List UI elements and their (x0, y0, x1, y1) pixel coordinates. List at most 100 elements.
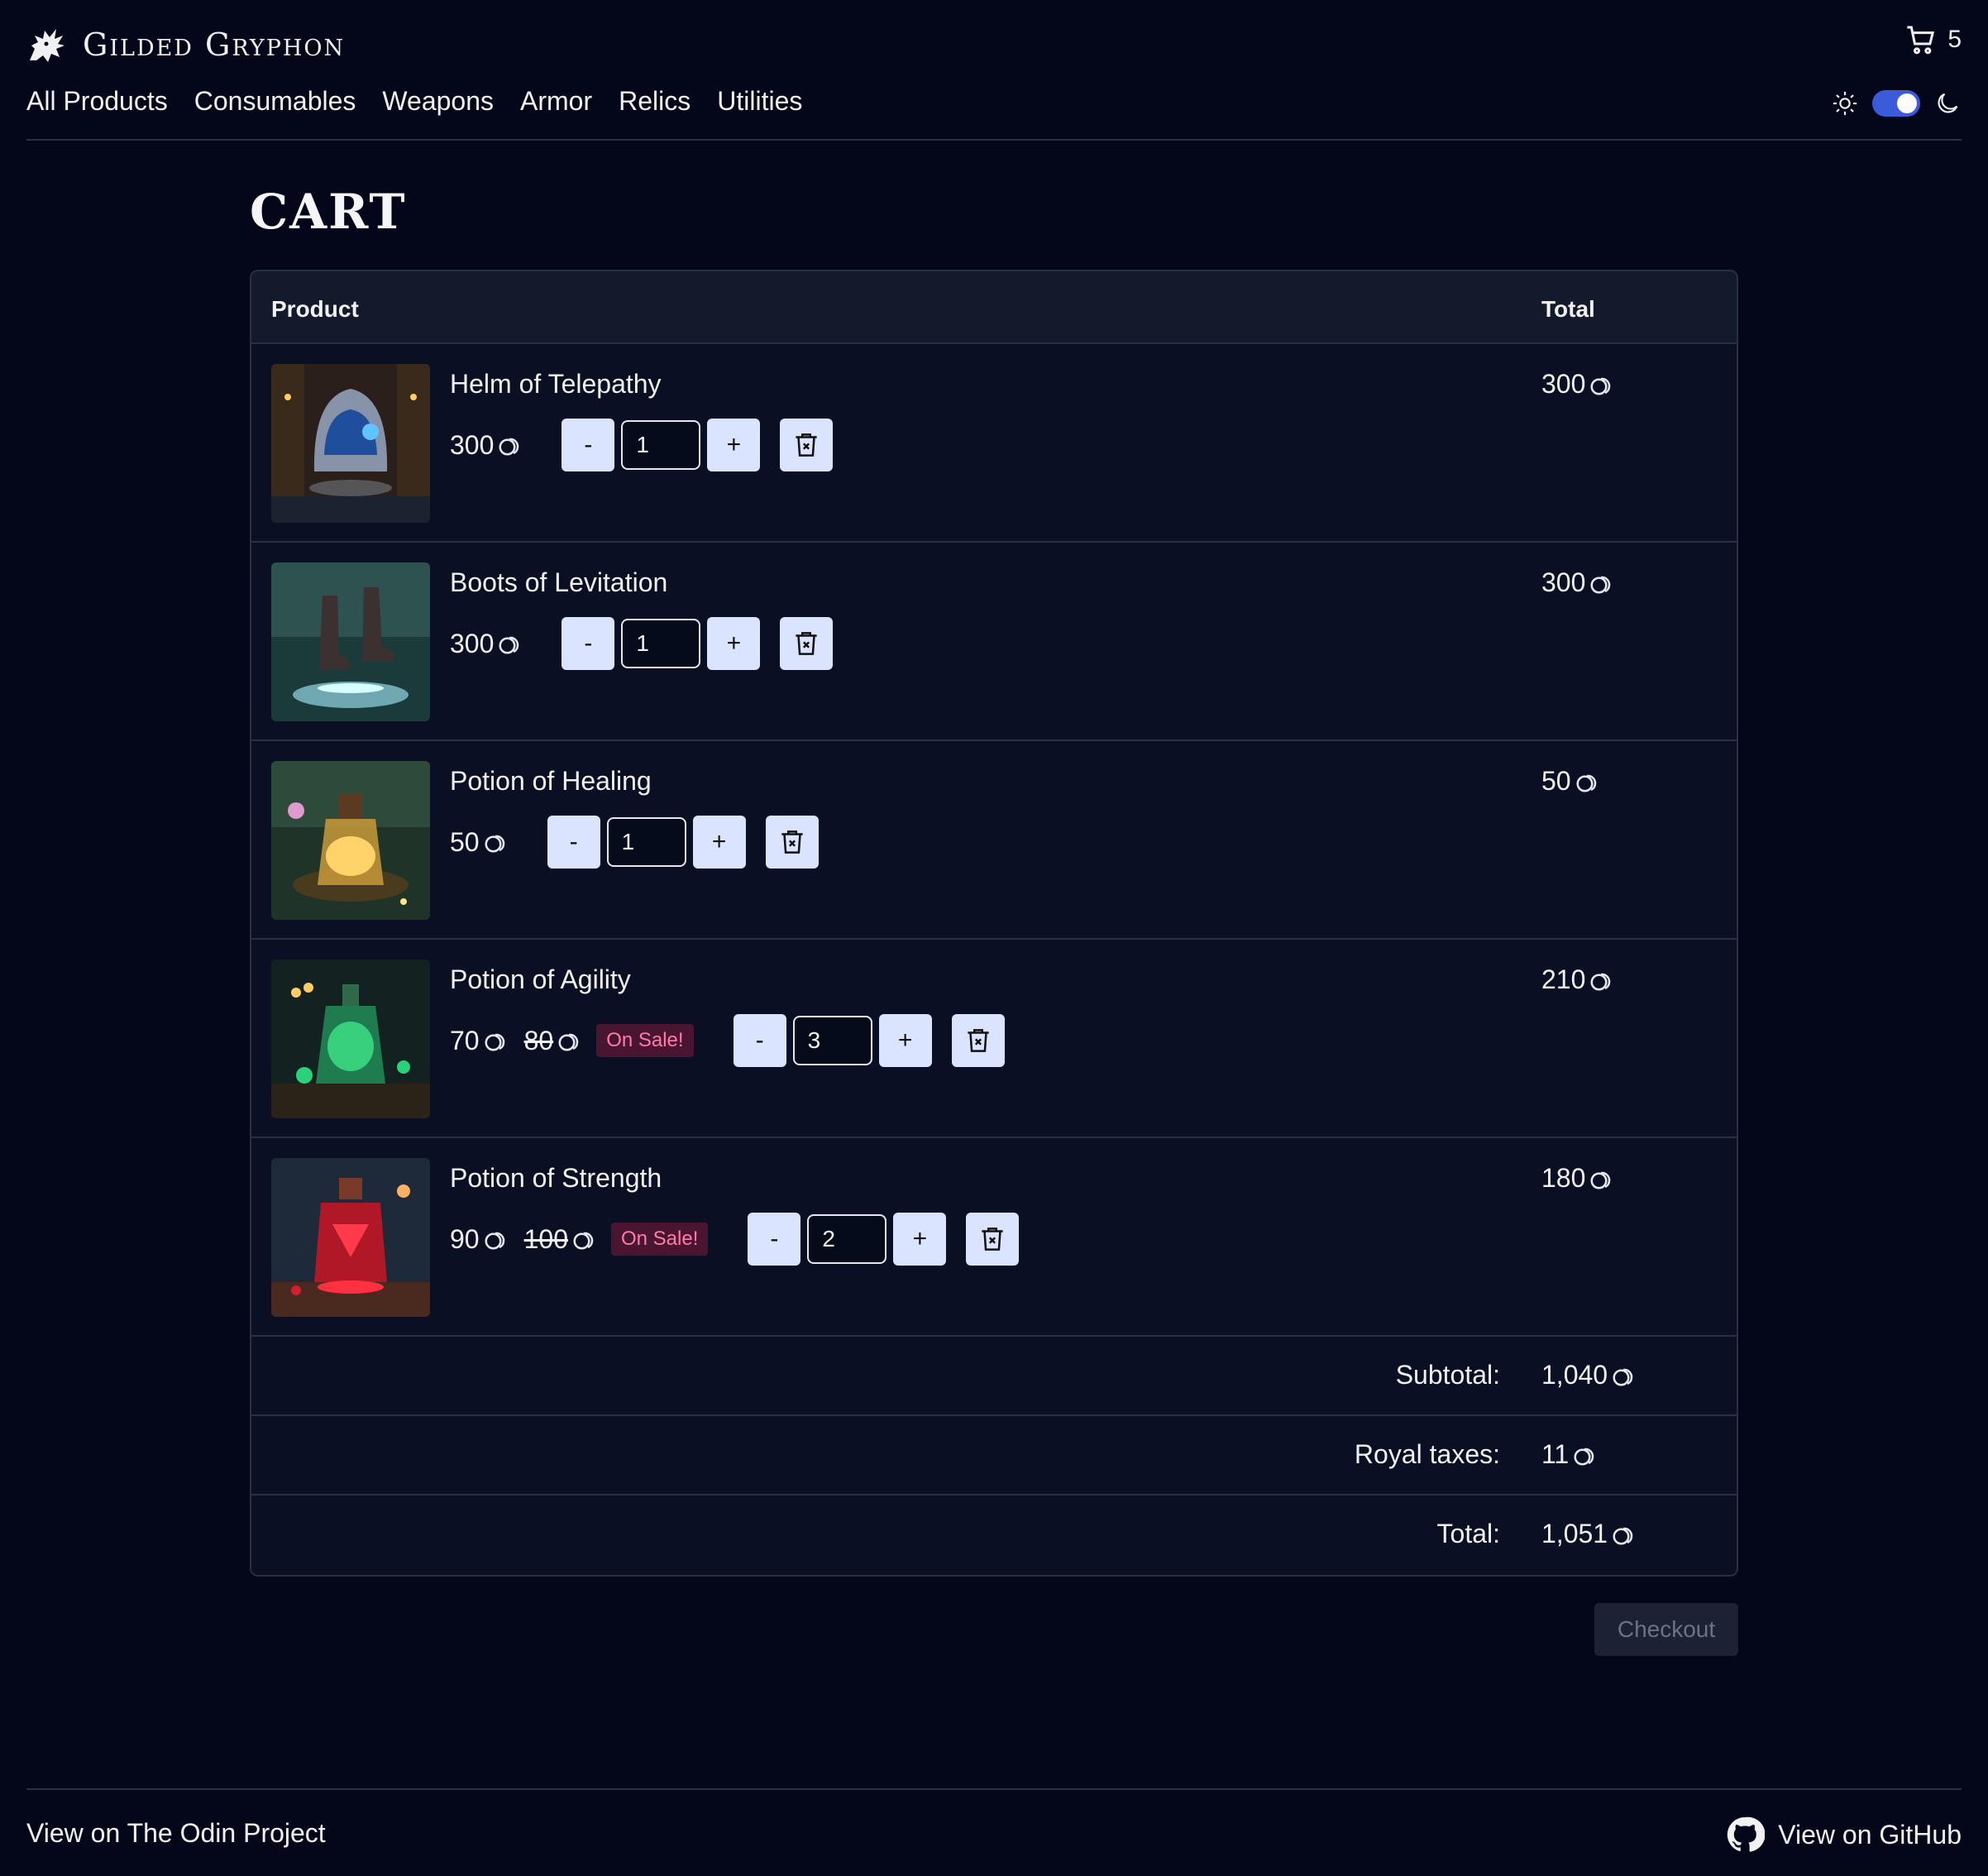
line-total: 50 (1541, 766, 1599, 797)
quantity-input[interactable] (792, 1016, 872, 1065)
coin-icon (1589, 372, 1613, 397)
product-image[interactable] (271, 960, 430, 1118)
product-name[interactable]: Potion of Agility (450, 964, 631, 995)
tax-label: Royal taxes: (1354, 1439, 1500, 1469)
trash-icon (977, 1223, 1008, 1255)
coin-icon (1589, 968, 1613, 993)
remove-item-button[interactable] (780, 419, 834, 471)
tax-row: Royal taxes: 11 (251, 1416, 1737, 1496)
product-name[interactable]: Potion of Healing (450, 766, 652, 797)
cart-button[interactable]: 5 (1904, 23, 1962, 56)
line-total: 180 (1541, 1163, 1613, 1194)
product-price-row: 90 100 On Sale! - + (450, 1213, 1020, 1266)
decrement-button[interactable]: - (562, 617, 615, 670)
remove-item-button[interactable] (951, 1014, 1005, 1067)
coin-icon (571, 1227, 596, 1251)
theme-toggle[interactable] (1872, 90, 1920, 117)
quantity-stepper: - + (547, 816, 819, 869)
product-name[interactable]: Helm of Telepathy (450, 369, 662, 400)
github-icon (1728, 1816, 1766, 1852)
table-row: Helm of Telepathy 300 - + 300 (251, 344, 1737, 543)
original-price: 80 (524, 1026, 582, 1056)
quantity-input[interactable] (807, 1214, 887, 1264)
line-total: 210 (1541, 964, 1613, 995)
nav-utilities[interactable]: Utilities (717, 86, 802, 117)
product-image[interactable] (271, 1158, 430, 1317)
github-link-label: View on GitHub (1778, 1819, 1962, 1850)
decrement-button[interactable]: - (733, 1014, 786, 1067)
theme-switcher (1831, 89, 1962, 117)
remove-item-button[interactable] (780, 617, 834, 670)
nav-weapons[interactable]: Weapons (382, 86, 494, 117)
tax-value: 11 (1541, 1439, 1597, 1470)
coin-icon (1589, 1166, 1613, 1191)
total-label: Total: (1436, 1519, 1500, 1548)
product-name[interactable]: Boots of Levitation (450, 567, 667, 598)
remove-item-button[interactable] (765, 816, 819, 869)
cart-table: Product Total Helm of Telepathy 300 - 1 … (250, 270, 1738, 1577)
trash-icon (777, 826, 808, 858)
line-total: 300 (1541, 369, 1613, 400)
nav-armor[interactable]: Armor (520, 86, 592, 117)
increment-button[interactable]: + (878, 1014, 932, 1067)
nav-all-products[interactable]: All Products (26, 86, 168, 117)
subtotal-value: 1,040 (1541, 1360, 1636, 1390)
table-row: Potion of Agility 70 80 On Sale! - + 210 (251, 940, 1737, 1138)
quantity-input[interactable] (621, 619, 701, 668)
original-price: 100 (524, 1224, 596, 1255)
table-row: Boots of Levitation 300 - + 300 (251, 543, 1737, 741)
total-value: 1,051 (1541, 1519, 1636, 1549)
coin-icon (483, 830, 508, 854)
increment-button[interactable]: + (692, 816, 746, 869)
sale-badge: On Sale! (596, 1024, 694, 1057)
brand-link[interactable]: Gilded Gryphon (26, 20, 345, 69)
product-price-row: 70 80 On Sale! - + (450, 1014, 1005, 1067)
increment-button[interactable]: + (893, 1213, 947, 1266)
subtotal-row: Subtotal: 1,040 (251, 1337, 1737, 1416)
odin-project-link[interactable]: View on The Odin Project (26, 1818, 326, 1849)
brand-name: Gilded Gryphon (83, 26, 346, 63)
increment-button[interactable]: + (707, 617, 761, 670)
unit-price: 70 (450, 1026, 508, 1056)
subtotal-label: Subtotal: (1395, 1360, 1500, 1390)
coin-icon (497, 433, 522, 457)
increment-button[interactable]: + (707, 419, 761, 471)
cart-icon (1907, 26, 1935, 55)
coin-icon (1611, 1522, 1636, 1547)
coin-icon (483, 1227, 508, 1251)
coin-icon (557, 1028, 581, 1053)
nav-relics[interactable]: Relics (619, 86, 691, 117)
coin-icon (483, 1028, 508, 1053)
decrement-button[interactable]: - (562, 419, 615, 471)
site-footer: View on The Odin Project View on GitHub (26, 1788, 1962, 1876)
header-product: Product (271, 296, 359, 322)
product-image[interactable] (271, 562, 430, 721)
trash-icon (791, 628, 822, 659)
quantity-input[interactable] (606, 817, 686, 867)
decrement-button[interactable]: - (547, 816, 600, 869)
quantity-stepper: - + (562, 617, 834, 670)
checkout-button[interactable]: Checkout (1594, 1603, 1738, 1656)
coin-icon (1572, 1443, 1597, 1467)
nav-consumables[interactable]: Consumables (194, 86, 356, 117)
coin-icon (1611, 1363, 1636, 1388)
quantity-stepper: - + (733, 1014, 1005, 1067)
trash-icon (791, 429, 822, 461)
coin-icon (497, 631, 522, 656)
github-link[interactable]: View on GitHub (1725, 1815, 1962, 1854)
remove-item-button[interactable] (966, 1213, 1020, 1266)
table-header: Product Total (251, 271, 1737, 344)
cart-count: 5 (1947, 26, 1962, 53)
product-image[interactable] (271, 761, 430, 920)
decrement-button[interactable]: - (748, 1213, 801, 1266)
table-row: Potion of Healing 50 - + 50 (251, 741, 1737, 940)
unit-price: 300 (450, 629, 522, 659)
quantity-stepper: - + (748, 1213, 1020, 1266)
line-total: 300 (1541, 567, 1613, 598)
product-price-row: 50 - + (450, 816, 819, 869)
product-name[interactable]: Potion of Strength (450, 1163, 662, 1194)
total-row: Total: 1,051 (251, 1496, 1737, 1575)
product-image[interactable] (271, 364, 430, 523)
quantity-input[interactable] (621, 420, 701, 470)
coin-icon (1575, 769, 1599, 794)
